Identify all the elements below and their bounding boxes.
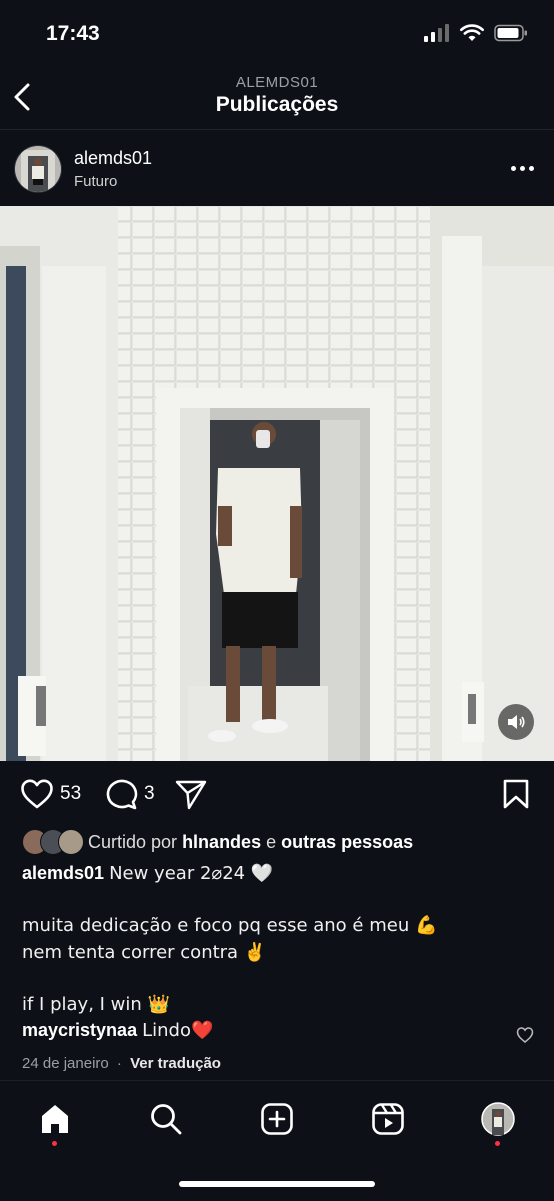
liked-by-user[interactable]: hlnandes [182,832,261,853]
navigation-header: ALEMDS01 Publicações [0,66,554,130]
home-indicator [179,1181,375,1187]
header-username: ALEMDS01 [235,74,319,91]
status-icons [424,24,528,42]
liked-by-others[interactable]: outras pessoas [281,832,413,853]
caption-line-3: nem tenta correr contra ✌️ [22,942,267,963]
search-icon [151,1104,182,1135]
tab-create[interactable] [257,1099,297,1139]
page-title: Publicações [215,93,339,116]
comment-bubble-icon [106,779,138,810]
liked-by-joiner: e [266,831,277,852]
profile-notification-dot [495,1141,500,1146]
bookmark-icon [503,779,529,809]
post-date: 24 de janeiro [22,1055,109,1072]
mute-toggle-button[interactable] [498,704,534,740]
comment-like-button[interactable] [516,1026,534,1044]
speaker-icon [508,715,525,729]
more-options-button[interactable] [506,158,538,178]
dot [510,165,516,171]
profile-avatar-icon [481,1102,515,1136]
tab-reels[interactable] [368,1099,408,1139]
comment-button[interactable]: 3 [104,778,155,810]
liker-avatars [22,829,88,855]
heart-icon [516,1027,534,1043]
likes-count: 53 [60,783,82,804]
tab-home[interactable] [35,1099,75,1139]
post-photo[interactable] [0,206,554,761]
liked-by-row[interactable]: Curtido por hlnandes e outras pessoas [22,828,413,856]
share-button[interactable] [174,778,208,810]
comment-username[interactable]: maycristynaa [22,1020,137,1040]
comment-item: maycristynaa Lindo❤️ [22,1020,213,1041]
see-translation-link[interactable]: Ver tradução [130,1055,221,1072]
meta-separator: · [116,1055,122,1072]
caption-username[interactable]: alemds01 [22,863,104,883]
post-caption: alemds01 New year 2⌀24 🤍 muita dedicação… [22,860,532,1018]
dot [519,165,525,171]
add-post-icon [261,1103,293,1135]
tab-search[interactable] [146,1099,186,1139]
save-button[interactable] [500,778,532,810]
status-bar: 17:43 [0,0,554,66]
battery-icon [494,24,527,42]
comments-count: 3 [144,783,155,804]
cellular-signal-icon [424,24,449,42]
liked-by-prefix: Curtido por [88,831,178,852]
wifi-icon [460,24,484,41]
dot [528,165,534,171]
status-time: 17:43 [46,22,100,45]
caption-line-1: New year 2⌀24 🤍 [109,863,274,884]
post-username[interactable]: alemds01 [74,148,152,169]
reels-icon [372,1103,404,1135]
avatar-photo [15,146,61,192]
caption-line-2: muita dedicação e foco pq esse ano é meu… [22,915,438,936]
caption-line-4: if I play, I win 👑 [22,994,170,1015]
comment-text: Lindo❤️ [142,1020,214,1041]
heart-icon [21,779,53,809]
avatar[interactable] [15,146,61,192]
tab-profile[interactable] [478,1099,518,1139]
post-meta: 24 de janeiro · Ver tradução [22,1055,221,1072]
post-actions: 53 3 [0,770,554,820]
post-location[interactable]: Futuro [74,173,117,190]
post-header: alemds01 Futuro [0,130,554,206]
home-icon [42,1105,68,1133]
avatar [58,829,84,855]
send-icon [175,780,207,810]
home-notification-dot [52,1141,57,1146]
like-button[interactable]: 53 [20,778,81,810]
mirror-selfie-image [0,206,554,761]
